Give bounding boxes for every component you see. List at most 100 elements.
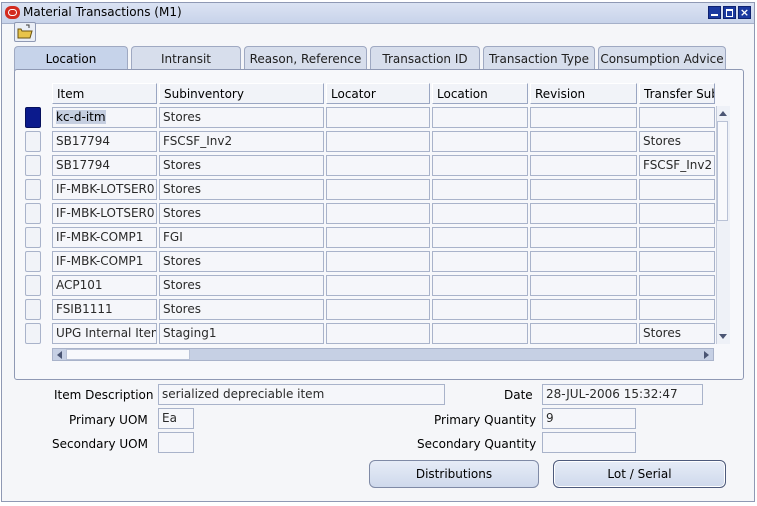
item-cell[interactable]: IF-MBK-LOTSER0 [52,179,157,200]
item-cell[interactable]: UPG Internal Item [52,323,157,344]
title-bar[interactable]: Material Transactions (M1) × [2,3,754,24]
tab-transaction-id[interactable]: Transaction ID [370,46,480,70]
locator-cell[interactable] [326,155,430,176]
revision-cell[interactable] [530,155,637,176]
item-cell[interactable]: kc-d-itm [52,107,157,128]
location-cell[interactable] [432,179,528,200]
transfer-sub-cell[interactable]: Stores [639,323,715,344]
scroll-down-icon[interactable] [718,333,728,341]
tab-reason-reference[interactable]: Reason, Reference [244,46,367,70]
item-cell[interactable]: ACP101 [52,275,157,296]
locator-cell[interactable] [326,227,430,248]
subinventory-cell[interactable]: FGI [159,227,324,248]
subinventory-cell[interactable]: Stores [159,299,324,320]
locator-cell[interactable] [326,323,430,344]
revision-cell[interactable] [530,299,637,320]
locator-cell[interactable] [326,131,430,152]
secondary-uom-field[interactable] [158,432,194,453]
subinventory-cell[interactable]: Stores [159,155,324,176]
location-cell[interactable] [432,275,528,296]
item-cell[interactable]: SB17794 [52,131,157,152]
locator-cell[interactable] [326,251,430,272]
locator-cell[interactable] [326,179,430,200]
tab-intransit[interactable]: Intransit [131,46,241,70]
scroll-right-icon[interactable] [703,350,711,360]
item-cell[interactable]: IF-MBK-LOTSER0 [52,203,157,224]
maximize-icon[interactable] [723,6,736,19]
subinventory-cell[interactable]: Stores [159,251,324,272]
close-icon[interactable]: × [738,6,751,19]
primary-uom-field[interactable]: Ea [158,408,194,429]
revision-cell[interactable] [530,107,637,128]
tab-location[interactable]: Location [14,46,128,71]
item-description-label: Item Description [54,388,154,402]
revision-cell[interactable] [530,179,637,200]
location-cell[interactable] [432,227,528,248]
scroll-left-icon[interactable] [55,350,63,360]
vertical-scroll-thumb[interactable] [717,121,728,221]
transfer-sub-cell[interactable] [639,179,715,200]
subinventory-cell[interactable]: Stores [159,203,324,224]
transfer-sub-cell[interactable]: Stores [639,131,715,152]
locator-cell[interactable] [326,275,430,296]
oracle-logo-icon [5,6,20,19]
locator-cell[interactable] [326,107,430,128]
transfer-sub-cell[interactable] [639,203,715,224]
record-indicator[interactable] [25,179,41,200]
tab-transaction-type[interactable]: Transaction Type [483,46,595,70]
subinventory-cell[interactable]: Stores [159,179,324,200]
open-folder-icon [17,24,33,39]
location-cell[interactable] [432,203,528,224]
record-indicator[interactable] [25,227,41,248]
item-cell[interactable]: SB17794 [52,155,157,176]
primary-quantity-field[interactable]: 9 [542,408,636,429]
transfer-sub-cell[interactable] [639,275,715,296]
item-cell[interactable]: FSIB1111 [52,299,157,320]
revision-cell[interactable] [530,251,637,272]
revision-cell[interactable] [530,203,637,224]
transfer-sub-cell[interactable]: FSCSF_Inv2 [639,155,715,176]
horizontal-scroll-thumb[interactable] [66,349,190,360]
revision-cell[interactable] [530,227,637,248]
revision-cell[interactable] [530,275,637,296]
secondary-quantity-label: Secondary Quantity [417,437,537,451]
locator-cell[interactable] [326,299,430,320]
locator-cell[interactable] [326,203,430,224]
lot-serial-button[interactable]: Lot / Serial [553,460,726,488]
location-cell[interactable] [432,323,528,344]
location-cell[interactable] [432,251,528,272]
record-indicator[interactable] [25,107,41,128]
transfer-sub-cell[interactable] [639,227,715,248]
open-folder-button[interactable] [14,22,36,42]
secondary-quantity-field[interactable] [542,432,636,453]
record-indicator[interactable] [25,251,41,272]
distributions-button[interactable]: Distributions [369,460,539,488]
scroll-up-icon[interactable] [718,109,728,117]
minimize-icon[interactable] [708,6,721,19]
primary-uom-label: Primary UOM [69,413,148,427]
location-cell[interactable] [432,299,528,320]
revision-cell[interactable] [530,323,637,344]
record-indicator[interactable] [25,275,41,296]
record-indicator[interactable] [25,323,41,344]
record-indicator[interactable] [25,131,41,152]
subinventory-cell[interactable]: Staging1 [159,323,324,344]
record-indicator[interactable] [25,203,41,224]
subinventory-cell[interactable]: Stores [159,275,324,296]
revision-cell[interactable] [530,131,637,152]
item-cell[interactable]: IF-MBK-COMP1 [52,251,157,272]
transfer-sub-cell[interactable] [639,251,715,272]
record-indicator[interactable] [25,299,41,320]
subinventory-cell[interactable]: Stores [159,107,324,128]
transfer-sub-cell[interactable] [639,107,715,128]
location-cell[interactable] [432,131,528,152]
transfer-sub-cell[interactable] [639,299,715,320]
subinventory-cell[interactable]: FSCSF_Inv2 [159,131,324,152]
tab-consumption-advice[interactable]: Consumption Advice [598,46,726,70]
item-cell[interactable]: IF-MBK-COMP1 [52,227,157,248]
record-indicator[interactable] [25,155,41,176]
item-description-field[interactable]: serialized depreciable item [158,384,445,405]
date-field[interactable]: 28-JUL-2006 15:32:47 [542,384,703,405]
location-cell[interactable] [432,107,528,128]
location-cell[interactable] [432,155,528,176]
